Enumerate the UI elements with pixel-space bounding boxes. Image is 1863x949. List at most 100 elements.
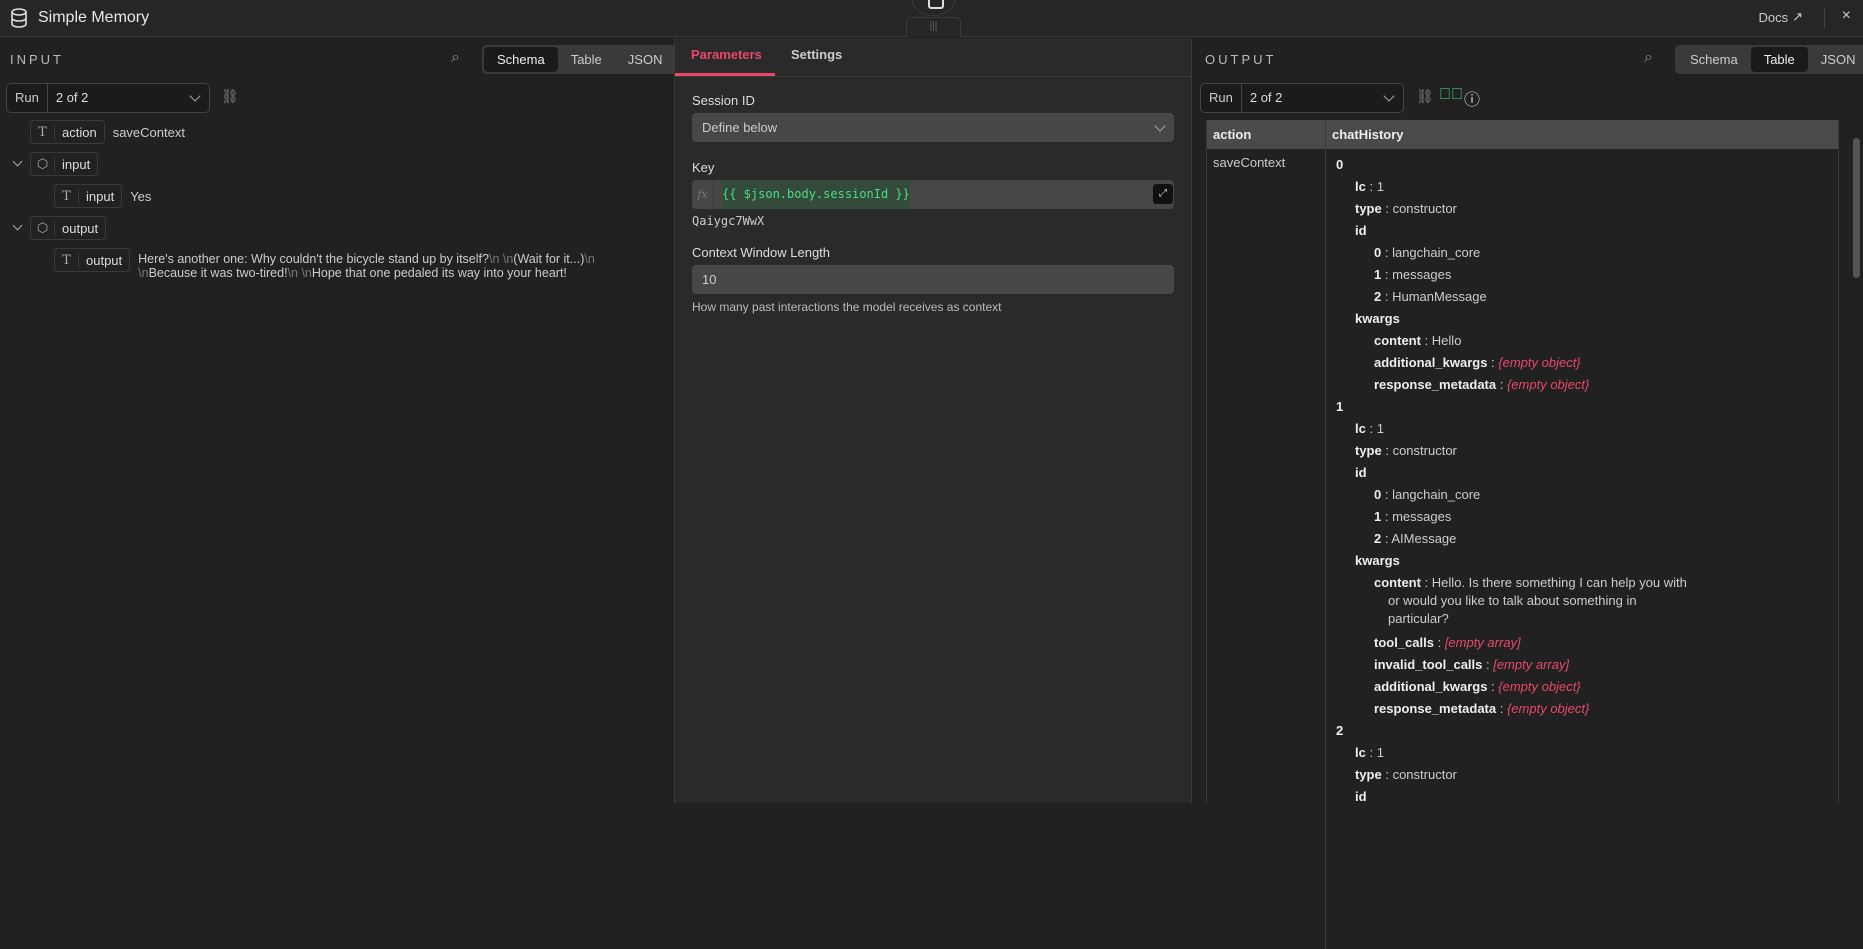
field-name: output	[86, 252, 123, 268]
tab-table[interactable]: Table	[558, 47, 615, 72]
key-input[interactable]: fx {{ $json.body.sessionId }} ⤢	[692, 180, 1174, 209]
entry-key: invalid_tool_calls	[1374, 657, 1483, 672]
search-icon[interactable]: ⌕	[451, 49, 460, 67]
entry-key: type	[1355, 201, 1382, 216]
chevron-down-icon[interactable]	[12, 220, 23, 231]
entry-value: constructor	[1392, 767, 1457, 782]
run-value-text: 2 of 2	[1249, 90, 1283, 105]
entry-key: content	[1374, 333, 1421, 348]
info-icon[interactable]: ⓘ	[1464, 86, 1480, 110]
tree-item-output-output[interactable]: Toutput Here's another one: Why couldn't…	[54, 248, 638, 280]
entry-key: 0	[1336, 157, 1344, 172]
key-label: Key	[692, 160, 715, 175]
tab-json[interactable]: JSON	[1808, 47, 1863, 72]
fx-icon: fx	[692, 180, 714, 209]
tab-json[interactable]: JSON	[615, 47, 676, 72]
tree-item-output[interactable]: ⬡ output	[30, 216, 107, 240]
chat-history-entry: 0 : langchain_core	[1374, 245, 1481, 260]
node-icon[interactable]	[911, 0, 956, 16]
entry-key: type	[1355, 443, 1382, 458]
entry-value: HumanMessage	[1392, 289, 1487, 304]
input-panel: INPUT ⌕ Schema Table JSON Run 2 of 2 ⛓ T…	[0, 38, 678, 803]
tab-parameters[interactable]: Parameters	[691, 47, 762, 62]
chat-history-entry: response_metadata : {empty object}	[1374, 377, 1590, 392]
entry-value: [empty array]	[1444, 635, 1521, 650]
scrollbar[interactable]	[1853, 120, 1861, 803]
chevron-down-icon[interactable]	[12, 156, 23, 167]
run-selector[interactable]: Run 2 of 2	[6, 83, 210, 113]
expand-icon[interactable]: ⤢	[1153, 184, 1173, 204]
context-window-label: Context Window Length	[692, 245, 831, 260]
entry-key: kwargs	[1355, 553, 1400, 568]
session-id-label: Session ID	[692, 93, 755, 108]
drag-handle[interactable]: |||	[906, 17, 961, 37]
tree-item-input-input[interactable]: Tinput Yes	[54, 184, 151, 208]
chat-history-entry: response_metadata : {empty object}	[1374, 701, 1590, 716]
chat-history-entry: kwargs	[1336, 308, 1828, 330]
entry-value: messages	[1392, 509, 1452, 524]
entry-value: 1	[1376, 421, 1384, 436]
tree-item-action[interactable]: Taction saveContext	[30, 120, 185, 144]
chat-history-entry: 1 : messages	[1374, 267, 1452, 282]
entry-value: Hello	[1431, 333, 1462, 348]
output-label: OUTPUT	[1205, 52, 1277, 67]
entry-value: Hello. Is there something I can help you…	[1388, 575, 1687, 626]
tree-item-input[interactable]: ⬡ input	[30, 152, 99, 176]
chat-history-entry: lc : 1	[1355, 745, 1384, 760]
field-name: input	[62, 156, 91, 172]
link-icon[interactable]: ⛓	[221, 88, 239, 105]
docs-link[interactable]: Docs ↗	[1758, 9, 1803, 25]
chat-history-entry: 1 : messages	[1374, 509, 1452, 524]
entry-key: id	[1355, 223, 1367, 238]
key-expression: {{ $json.body.sessionId }}	[722, 180, 910, 209]
entry-key: 1	[1336, 399, 1344, 414]
chat-history-entry: 2 : AIMessage	[1374, 531, 1457, 546]
entry-key: response_metadata	[1374, 701, 1497, 716]
entry-key: 2	[1374, 531, 1382, 546]
tab-schema[interactable]: Schema	[1677, 47, 1751, 72]
chat-history-entry: type : constructor	[1355, 443, 1457, 458]
entry-value: AIMessage	[1391, 531, 1457, 546]
search-icon[interactable]: ⌕	[1644, 49, 1653, 67]
tab-schema[interactable]: Schema	[484, 47, 558, 72]
success-check-icon: ✓⃝	[1439, 86, 1463, 103]
run-label: Run	[1201, 84, 1242, 112]
entry-value: langchain_core	[1392, 245, 1481, 260]
close-button[interactable]: ×	[1842, 7, 1851, 25]
field-name: input	[86, 188, 115, 204]
session-id-select[interactable]: Define below	[692, 113, 1174, 142]
column-chathistory: chatHistory	[1332, 127, 1404, 142]
tab-table[interactable]: Table	[1750, 47, 1808, 72]
run-value[interactable]: 2 of 2	[1242, 84, 1403, 112]
entry-value: constructor	[1392, 443, 1457, 458]
entry-value: 1	[1376, 745, 1384, 760]
link-icon[interactable]: ⛓	[1416, 88, 1434, 105]
database-icon	[11, 8, 27, 28]
entry-key: type	[1355, 767, 1382, 782]
entry-key: id	[1355, 789, 1367, 804]
entry-key: id	[1355, 465, 1367, 480]
chat-history-entry: additional_kwargs : {empty object}	[1374, 355, 1581, 370]
header: Simple Memory ||| Docs ↗ ×	[0, 0, 1863, 37]
column-action: action	[1207, 120, 1326, 149]
tab-settings[interactable]: Settings	[791, 47, 842, 62]
field-value: saveContext	[112, 124, 185, 140]
entry-key: kwargs	[1355, 311, 1400, 326]
object-type-icon: ⬡	[31, 156, 55, 172]
entry-value: constructor	[1392, 201, 1457, 216]
table-header: action chatHistory	[1207, 120, 1838, 149]
chat-history-entry: additional_kwargs : {empty object}	[1374, 679, 1581, 694]
scrollbar-thumb[interactable]	[1853, 138, 1860, 278]
entry-key: 1	[1374, 509, 1382, 524]
entry-value: {empty object}	[1498, 355, 1581, 370]
parameters-panel: Parameters Settings Session ID Define be…	[674, 38, 1192, 803]
text-type-icon: T	[31, 124, 55, 140]
run-selector[interactable]: Run 2 of 2	[1200, 83, 1404, 113]
field-value: Here's another one: Why couldn't the bic…	[138, 252, 595, 280]
entry-key: lc	[1355, 745, 1366, 760]
chat-history-entry: 0	[1336, 154, 1828, 176]
text-type-icon: T	[55, 188, 79, 204]
chat-history-entry: lc : 1	[1355, 421, 1384, 436]
run-value[interactable]: 2 of 2	[48, 84, 209, 112]
context-window-input[interactable]: 10	[692, 265, 1174, 294]
